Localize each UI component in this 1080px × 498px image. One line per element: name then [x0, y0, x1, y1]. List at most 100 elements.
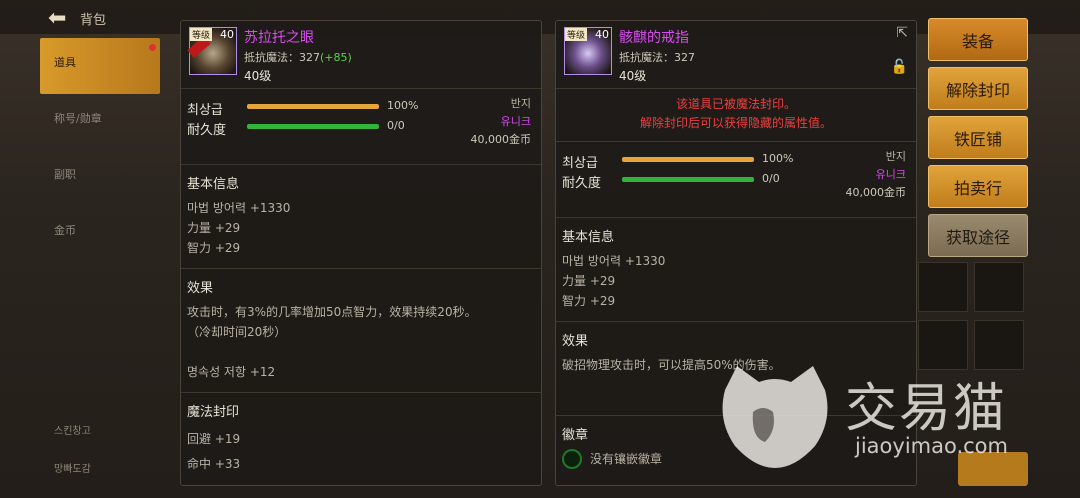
collection-link[interactable]: 망빠도감 [54, 460, 91, 475]
stat-line: 智力 +29 [562, 294, 616, 308]
ring-item-icon: 等级 40 [564, 27, 612, 75]
sealed-line: 解除封印后可以获得隐藏的属性值。 [639, 116, 832, 130]
seal-line: 命中 +33 [187, 457, 241, 471]
seal-line: 回避 +19 [187, 432, 241, 446]
durability-row: 耐久度 0/0 [562, 172, 780, 191]
grade-bar [622, 157, 754, 162]
page-title: 背包 [80, 13, 107, 28]
nav-item-gold[interactable]: 金币 [40, 206, 160, 262]
durability-value: 0/0 [387, 119, 405, 132]
section-title: 基本信息 [187, 177, 240, 192]
nav-item-label: 金币 [54, 224, 76, 237]
item-type: 반지 [885, 150, 906, 163]
nav-item-label: 称号/勋章 [54, 112, 102, 125]
section-title: 魔法封印 [187, 405, 240, 420]
stat-line: 力量 +29 [187, 221, 241, 235]
effect-line: （冷却时间20秒） [187, 325, 287, 339]
section-title: 效果 [562, 334, 589, 349]
lock-icon[interactable]: 🔓 [891, 59, 908, 75]
item-header: 等级 40 苏拉托之眼 抵抗魔法：327(+85) 40级 [181, 21, 541, 89]
section-title: 基本信息 [562, 230, 615, 245]
durability-row: 耐久度 0/0 [187, 119, 405, 138]
durability-bar [622, 177, 754, 182]
back-arrow-icon[interactable]: ⬅ [48, 6, 66, 31]
cat-logo-icon [722, 366, 828, 468]
inventory-slot[interactable] [918, 262, 968, 312]
nav-item-label: 副职 [54, 168, 76, 181]
extra-stat-line: 명속성 저항 +12 [187, 365, 276, 379]
item-rarity: 유니크 [500, 115, 531, 128]
item-level: 40级 [244, 69, 272, 83]
durability-bar-fill [247, 124, 379, 129]
emblem-socket-icon [562, 449, 582, 469]
grade-row: 최상급 100% [187, 99, 418, 118]
share-icon[interactable]: ⇱ [896, 25, 908, 41]
grade-label: 최상급 [562, 156, 598, 171]
grade-bar-fill [622, 157, 754, 162]
acquire-route-button[interactable]: 获取途径 [928, 214, 1028, 257]
grade-value: 100% [762, 152, 794, 165]
skin-storage-link[interactable]: 스킨창고 [54, 422, 91, 437]
durability-bar [247, 124, 379, 129]
item-price: 40,000金币 [470, 133, 532, 146]
grade-bar [247, 104, 379, 109]
sealed-line: 该道具已被魔法封印。 [675, 97, 796, 111]
item-level: 40级 [619, 69, 647, 83]
stat-text: 抵抗魔法：327 [244, 51, 320, 64]
action-buttons: 装备 解除封印 铁匠铺 拍卖行 获取途径 [928, 18, 1028, 263]
watermark-text: 交易猫 [845, 379, 1008, 439]
item-type: 반지 [510, 97, 531, 110]
watermark-url: jiaoyimao.com [855, 434, 1008, 458]
grade-label: 최상급 [187, 103, 223, 118]
nav-item-items[interactable]: 道具 [40, 38, 160, 94]
blacksmith-button[interactable]: 铁匠铺 [928, 116, 1028, 159]
item-bars: 최상급 100% 耐久度 0/0 반지 유니크 40,000金币 [556, 142, 916, 218]
nav-item-titles[interactable]: 称号/勋章 [40, 94, 160, 150]
emblem-text: 没有镶嵌徽章 [590, 452, 663, 466]
item-bars: 최상급 100% 耐久度 0/0 반지 유니크 40,000金币 [181, 89, 541, 165]
unseal-button[interactable]: 解除封印 [928, 67, 1028, 110]
item-price: 40,000金币 [845, 186, 907, 199]
stat-line: 마법 방어력 +1330 [187, 201, 291, 215]
item-stat: 抵抗魔法：327(+85) [244, 49, 352, 65]
equip-button[interactable]: 装备 [928, 18, 1028, 61]
grade-row: 최상급 100% [562, 152, 793, 171]
item-tooltip-left: 等级 40 苏拉托之眼 抵抗魔法：327(+85) 40级 최상급 100% 耐… [180, 20, 542, 486]
level-tag: 等级 [565, 28, 588, 41]
grade-value: 100% [387, 99, 419, 112]
left-nav: 道具 称号/勋章 副职 金币 [40, 38, 160, 262]
effect-line: 攻击时，有3%的几率增加50点智力，效果持续20秒。 [187, 305, 477, 319]
eye-item-icon: 等级 40 [187, 27, 237, 75]
grade-bar-fill [247, 104, 379, 109]
icon-level: 40 [220, 28, 234, 41]
effect-section: 效果 攻击时，有3%的几率增加50点智力，效果持续20秒。 （冷却时间20秒） … [181, 269, 541, 393]
basic-info-section: 基本信息 마법 방어력 +1330 力量 +29 智力 +29 [556, 218, 916, 322]
stat-line: 智力 +29 [187, 241, 241, 255]
basic-info-section: 基本信息 마법 방어력 +1330 力量 +29 智力 +29 [181, 165, 541, 269]
item-header: 等级 40 骸麒的戒指 抵抗魔法：327 40级 ⇱ 🔓 [556, 21, 916, 89]
nav-item-subjob[interactable]: 副职 [40, 150, 160, 206]
durability-value: 0/0 [762, 172, 780, 185]
item-name: 骸麒的戒指 [619, 30, 689, 46]
inventory-slot[interactable] [974, 262, 1024, 312]
item-stat: 抵抗魔法：327 [619, 51, 695, 64]
durability-bar-fill [622, 177, 754, 182]
magic-seal-section: 魔法封印 回避 +19 命中 +33 [181, 393, 541, 485]
watermark: 交易猫 jiaoyimao.com [715, 360, 1035, 470]
stat-line: 마법 방어력 +1330 [562, 254, 666, 268]
item-name: 苏拉托之眼 [244, 30, 314, 46]
durability-label: 耐久度 [187, 123, 227, 138]
notification-dot [149, 44, 156, 51]
icon-level: 40 [595, 28, 609, 41]
item-side-info: 반지 유니크 40,000金币 [471, 95, 532, 149]
section-title: 效果 [187, 281, 214, 296]
auction-house-button[interactable]: 拍卖行 [928, 165, 1028, 208]
sealed-notice: 该道具已被魔法封印。 解除封印后可以获得隐藏的属性值。 [556, 89, 916, 142]
item-rarity: 유니크 [875, 168, 906, 181]
stat-line: 力量 +29 [562, 274, 616, 288]
stat-bonus: (+85) [320, 51, 352, 64]
item-side-info: 반지 유니크 40,000金币 [846, 148, 907, 202]
durability-label: 耐久度 [562, 176, 602, 191]
nav-item-label: 道具 [54, 56, 76, 69]
level-tag: 等级 [190, 28, 213, 41]
